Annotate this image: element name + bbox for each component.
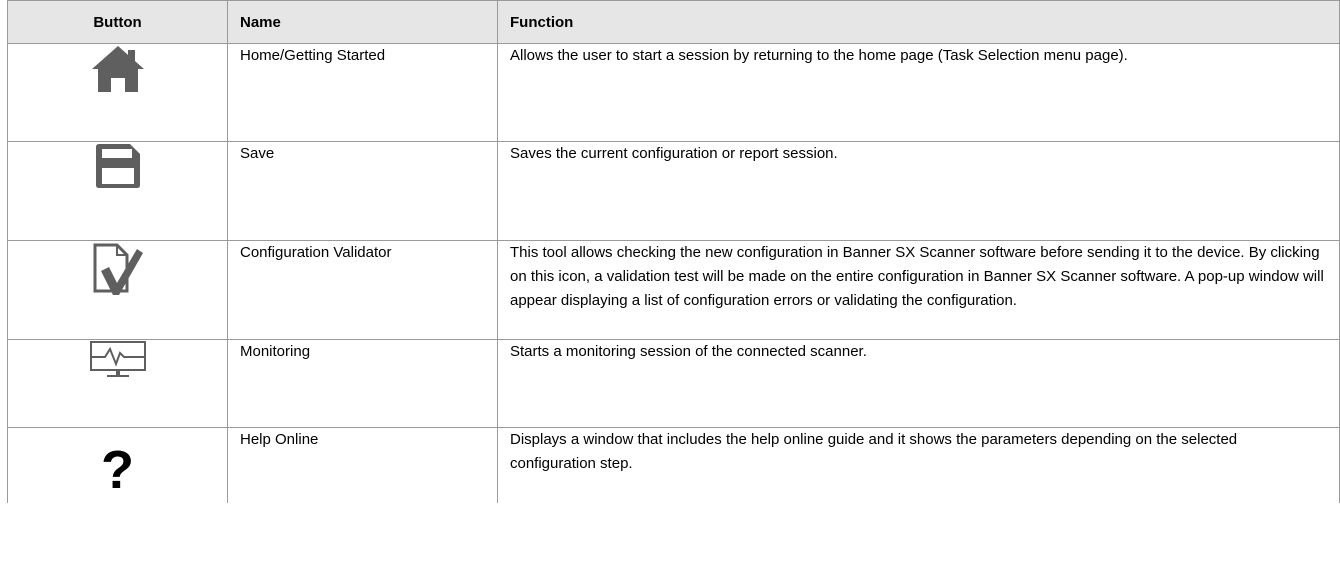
row-function: Saves the current configuration or repor…	[497, 141, 1340, 241]
column-header-function: Function	[497, 0, 1340, 44]
row-name: Home/Getting Started	[227, 43, 498, 142]
row-function: This tool allows checking the new config…	[497, 240, 1340, 340]
button-cell	[7, 339, 228, 428]
table-row: ? Help Online Displays a window that inc…	[7, 427, 1340, 503]
floppy-disk-save-icon	[20, 142, 215, 190]
row-name: Help Online	[227, 427, 498, 503]
button-cell: ?	[7, 427, 228, 503]
table-row: Monitoring Starts a monitoring session o…	[7, 339, 1340, 428]
button-cell	[7, 141, 228, 241]
row-name: Configuration Validator	[227, 240, 498, 340]
button-reference-table: Button Name Function Home/Getting Starte…	[7, 0, 1340, 503]
table-row: Home/Getting Started Allows the user to …	[7, 43, 1340, 142]
table-row: Save Saves the current configuration or …	[7, 141, 1340, 241]
column-header-button: Button	[7, 0, 228, 44]
button-cell	[7, 43, 228, 142]
row-function: Displays a window that includes the help…	[497, 427, 1340, 503]
button-cell	[7, 240, 228, 340]
home-icon	[20, 44, 215, 94]
table-header-row: Button Name Function	[7, 0, 1340, 44]
column-header-name: Name	[227, 0, 498, 44]
table-row: Configuration Validator This tool allows…	[7, 240, 1340, 340]
row-name: Monitoring	[227, 339, 498, 428]
row-function: Starts a monitoring session of the conne…	[497, 339, 1340, 428]
monitor-waveform-icon	[20, 340, 215, 380]
row-name: Save	[227, 141, 498, 241]
document-checkmark-icon	[20, 241, 215, 297]
row-function: Allows the user to start a session by re…	[497, 43, 1340, 142]
question-mark-icon: ?	[101, 440, 134, 500]
